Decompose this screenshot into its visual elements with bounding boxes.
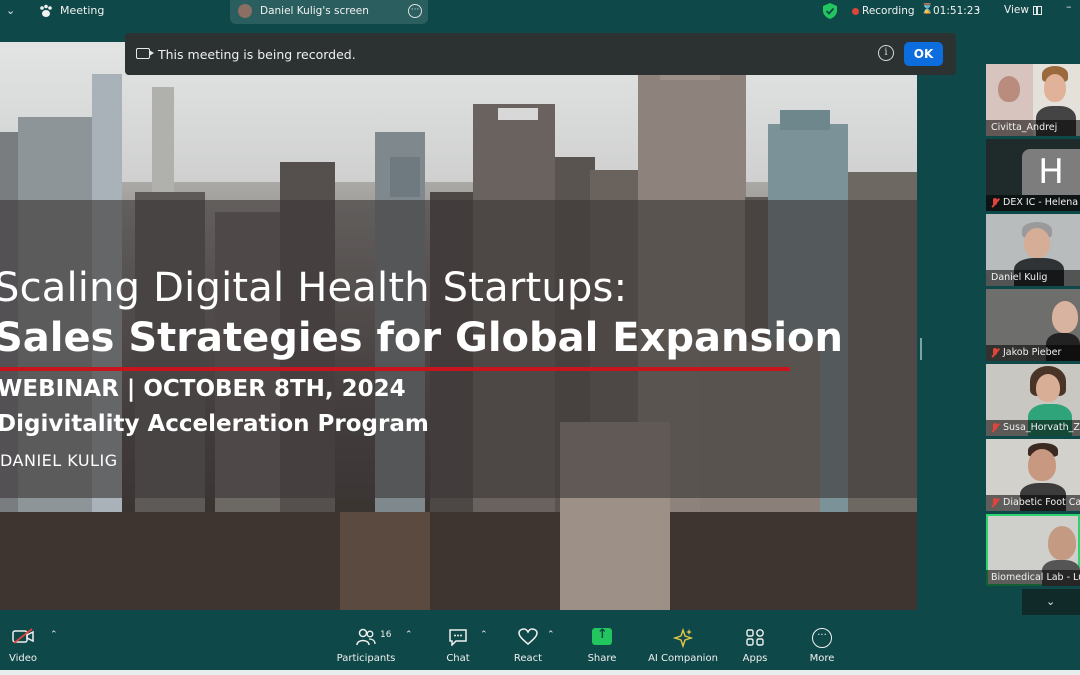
share-screen-icon — [592, 627, 612, 645]
participant-tile[interactable]: Diabetic Foot Ca — [986, 439, 1080, 511]
screen-share-pill[interactable]: Daniel Kulig's screen ··· — [230, 0, 428, 24]
screen-share-label: Daniel Kulig's screen — [260, 5, 369, 17]
participants-label: Participants — [336, 653, 396, 664]
participant-tile[interactable]: Susa_Horvath_Z — [986, 364, 1080, 436]
info-icon[interactable]: i — [878, 45, 894, 61]
participant-name: Biomedical Lab - Lu — [986, 570, 1080, 586]
more-button[interactable]: ··· More — [802, 618, 842, 675]
participant-tile[interactable]: Civitta_Andrej — [986, 64, 1080, 136]
ai-companion-button[interactable]: AI Companion — [646, 618, 720, 675]
window-bottom-edge — [0, 670, 1080, 675]
chevron-up-icon[interactable]: ⌃ — [405, 630, 413, 640]
video-button[interactable]: Video — [0, 618, 46, 675]
muted-mic-icon — [991, 423, 999, 433]
participant-tile[interactable]: H DEX IC - Helena — [986, 139, 1080, 211]
avatar: H — [1022, 149, 1080, 195]
apps-label: Apps — [742, 653, 768, 664]
chat-label: Chat — [446, 653, 470, 664]
ai-companion-label: AI Companion — [648, 653, 718, 664]
more-options-icon[interactable]: ··· — [408, 4, 422, 18]
participant-name: DEX IC - Helena — [986, 195, 1080, 211]
participant-name: Daniel Kulig — [986, 270, 1080, 286]
recording-notice: This meeting is being recorded. — [158, 47, 356, 62]
grid-view-icon[interactable] — [1033, 6, 1042, 15]
slide-divider — [0, 367, 790, 371]
camera-icon — [136, 48, 154, 59]
resize-handle[interactable] — [920, 338, 922, 360]
recording-label[interactable]: Recording — [862, 5, 915, 17]
chat-button[interactable]: Chat — [438, 618, 478, 675]
meeting-label[interactable]: Meeting — [60, 4, 104, 17]
shield-check-icon[interactable] — [823, 3, 837, 19]
muted-mic-icon — [991, 198, 999, 208]
react-button[interactable]: React — [508, 618, 548, 675]
share-label: Share — [587, 653, 617, 664]
chevron-down-icon[interactable]: ⌄ — [974, 4, 982, 14]
meeting-toolbar: Video ⌃ 16 Participants ⌃ Chat ⌃ React ⌃… — [0, 618, 1080, 675]
gallery-scroll-button[interactable]: ⌄ — [1022, 589, 1080, 615]
slide-subtitle: Sales Strategies for Global Expansion — [0, 315, 844, 361]
minimize-icon[interactable]: – — [1066, 0, 1072, 13]
muted-mic-icon — [991, 348, 999, 358]
participant-tile[interactable]: Jakob Pieber — [986, 289, 1080, 361]
participant-tile-active-speaker[interactable]: Biomedical Lab - Lu — [986, 514, 1080, 586]
participants-icon — [356, 628, 376, 646]
slide-date: WEBINAR | OCTOBER 8TH, 2024 — [0, 376, 406, 402]
chevron-down-icon: ⌄ — [1046, 595, 1056, 608]
sparkle-icon — [673, 628, 693, 648]
slide-program: Digivitality Acceleration Program — [0, 411, 429, 437]
participants-button[interactable]: 16 Participants — [336, 618, 396, 675]
participant-name: Diabetic Foot Ca — [986, 495, 1080, 511]
recording-dot-icon — [852, 8, 859, 15]
top-bar: ⌄ Meeting Daniel Kulig's screen ··· Reco… — [0, 0, 1080, 26]
chevron-up-icon[interactable]: ⌃ — [547, 630, 555, 640]
heart-icon — [518, 628, 538, 645]
more-label: More — [809, 653, 835, 664]
apps-button[interactable]: Apps — [736, 618, 774, 675]
video-off-icon — [12, 628, 34, 644]
shared-screen: Scaling Digital Health Startups: Sales S… — [0, 42, 917, 610]
react-label: React — [513, 653, 543, 664]
chevron-down-icon[interactable]: ⌄ — [6, 4, 15, 17]
hourglass-icon: ⌛ — [921, 4, 934, 15]
chat-icon — [449, 629, 467, 646]
participants-count: 16 — [380, 630, 392, 640]
chevron-up-icon[interactable]: ⌃ — [480, 630, 488, 640]
ok-button[interactable]: OK — [904, 42, 943, 66]
avatar — [238, 4, 252, 18]
video-label: Video — [8, 653, 38, 664]
participant-name: Jakob Pieber — [986, 345, 1080, 361]
slide-title: Scaling Digital Health Startups: — [0, 265, 628, 311]
participant-name: Civitta_Andrej — [986, 120, 1080, 136]
participant-name: Susa_Horvath_Z — [986, 420, 1080, 436]
slide-presenter: DANIEL KULIG — [0, 451, 118, 470]
paw-icon — [40, 4, 52, 17]
chevron-up-icon[interactable]: ⌃ — [50, 630, 58, 640]
muted-mic-icon — [991, 498, 999, 508]
share-button[interactable]: Share — [582, 618, 622, 675]
more-icon: ··· — [812, 628, 832, 648]
apps-icon — [746, 629, 764, 646]
view-button[interactable]: View — [1004, 4, 1029, 16]
participant-tile[interactable]: Daniel Kulig — [986, 214, 1080, 286]
recording-banner: This meeting is being recorded. i OK — [125, 33, 956, 75]
